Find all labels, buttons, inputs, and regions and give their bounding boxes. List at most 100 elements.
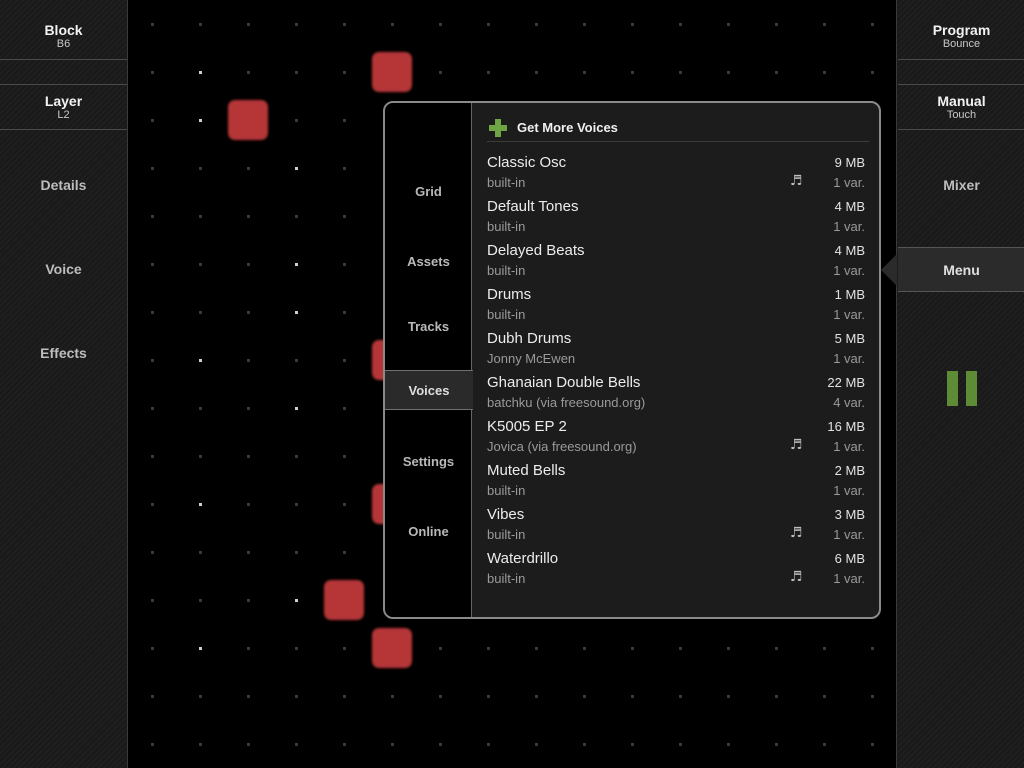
grid-dot[interactable] — [439, 695, 442, 698]
grid-dot[interactable] — [727, 695, 730, 698]
grid-dot[interactable] — [151, 407, 154, 410]
grid-dot[interactable] — [343, 167, 346, 170]
grid-dot[interactable] — [151, 23, 154, 26]
grid-dot[interactable] — [727, 71, 730, 74]
voice-row[interactable]: Drums 1 MB built-in 1 var. — [487, 286, 865, 330]
note-block[interactable] — [228, 100, 268, 140]
grid-dot[interactable] — [199, 119, 202, 122]
grid-dot[interactable] — [295, 167, 298, 170]
grid-dot[interactable] — [247, 599, 250, 602]
grid-dot[interactable] — [727, 743, 730, 746]
grid-dot[interactable] — [247, 743, 250, 746]
grid-dot[interactable] — [343, 359, 346, 362]
get-more-voices-button[interactable]: Get More Voices — [487, 114, 869, 142]
grid-dot[interactable] — [343, 407, 346, 410]
grid-dot[interactable] — [727, 647, 730, 650]
grid-dot[interactable] — [775, 743, 778, 746]
grid-dot[interactable] — [343, 743, 346, 746]
voice-button[interactable]: Voice — [0, 249, 127, 289]
grid-dot[interactable] — [775, 23, 778, 26]
grid-dot[interactable] — [151, 167, 154, 170]
grid-dot[interactable] — [199, 743, 202, 746]
pause-icon[interactable] — [947, 371, 977, 406]
grid-dot[interactable] — [151, 599, 154, 602]
grid-dot[interactable] — [871, 23, 874, 26]
grid-dot[interactable] — [391, 23, 394, 26]
grid-dot[interactable] — [295, 695, 298, 698]
grid-dot[interactable] — [583, 647, 586, 650]
grid-dot[interactable] — [343, 119, 346, 122]
grid-dot[interactable] — [295, 503, 298, 506]
grid-dot[interactable] — [199, 599, 202, 602]
grid-dot[interactable] — [199, 215, 202, 218]
grid-dot[interactable] — [631, 647, 634, 650]
grid-dot[interactable] — [151, 359, 154, 362]
grid-dot[interactable] — [247, 215, 250, 218]
grid-dot[interactable] — [199, 695, 202, 698]
grid-dot[interactable] — [487, 695, 490, 698]
menu-button[interactable]: Menu — [898, 247, 1024, 292]
grid-dot[interactable] — [439, 71, 442, 74]
details-button[interactable]: Details — [0, 165, 127, 205]
tab-tracks[interactable]: Tracks — [385, 306, 472, 346]
grid-dot[interactable] — [871, 743, 874, 746]
grid-dot[interactable] — [679, 743, 682, 746]
grid-dot[interactable] — [343, 695, 346, 698]
grid-dot[interactable] — [295, 359, 298, 362]
grid-dot[interactable] — [199, 407, 202, 410]
grid-dot[interactable] — [487, 71, 490, 74]
grid-dot[interactable] — [487, 647, 490, 650]
grid-dot[interactable] — [631, 743, 634, 746]
grid-dot[interactable] — [439, 647, 442, 650]
grid-dot[interactable] — [151, 71, 154, 74]
grid-dot[interactable] — [247, 263, 250, 266]
grid-dot[interactable] — [439, 23, 442, 26]
voice-row[interactable]: Dubh Drums 5 MB Jonny McEwen 1 var. — [487, 330, 865, 374]
grid-dot[interactable] — [247, 359, 250, 362]
tab-grid[interactable]: Grid — [385, 171, 472, 211]
grid-dot[interactable] — [343, 263, 346, 266]
grid-dot[interactable] — [295, 455, 298, 458]
layer-selector[interactable]: Layer L2 — [0, 84, 127, 130]
grid-dot[interactable] — [871, 647, 874, 650]
grid-dot[interactable] — [535, 71, 538, 74]
program-selector[interactable]: Program Bounce — [898, 14, 1024, 60]
grid-dot[interactable] — [343, 551, 346, 554]
grid-dot[interactable] — [295, 599, 298, 602]
grid-dot[interactable] — [631, 71, 634, 74]
grid-dot[interactable] — [343, 503, 346, 506]
grid-dot[interactable] — [199, 23, 202, 26]
manual-selector[interactable]: Manual Touch — [898, 84, 1024, 130]
grid-dot[interactable] — [247, 695, 250, 698]
grid-dot[interactable] — [199, 311, 202, 314]
mixer-button[interactable]: Mixer — [898, 165, 1024, 205]
grid-dot[interactable] — [295, 71, 298, 74]
grid-dot[interactable] — [295, 23, 298, 26]
grid-dot[interactable] — [247, 407, 250, 410]
note-block[interactable] — [372, 52, 412, 92]
grid-dot[interactable] — [439, 743, 442, 746]
grid-dot[interactable] — [391, 743, 394, 746]
grid-dot[interactable] — [535, 647, 538, 650]
grid-dot[interactable] — [871, 71, 874, 74]
grid-dot[interactable] — [679, 695, 682, 698]
grid-dot[interactable] — [535, 695, 538, 698]
grid-dot[interactable] — [343, 215, 346, 218]
tab-assets[interactable]: Assets — [385, 241, 472, 281]
grid-dot[interactable] — [775, 647, 778, 650]
grid-dot[interactable] — [295, 311, 298, 314]
grid-dot[interactable] — [583, 695, 586, 698]
grid-dot[interactable] — [295, 119, 298, 122]
grid-dot[interactable] — [199, 359, 202, 362]
grid-dot[interactable] — [199, 167, 202, 170]
grid-dot[interactable] — [487, 23, 490, 26]
grid-dot[interactable] — [679, 647, 682, 650]
grid-dot[interactable] — [247, 167, 250, 170]
grid-dot[interactable] — [391, 695, 394, 698]
tab-online[interactable]: Online — [385, 511, 472, 551]
grid-dot[interactable] — [775, 71, 778, 74]
grid-dot[interactable] — [151, 695, 154, 698]
grid-dot[interactable] — [199, 71, 202, 74]
block-selector[interactable]: Block B6 — [0, 14, 127, 60]
grid-dot[interactable] — [199, 647, 202, 650]
